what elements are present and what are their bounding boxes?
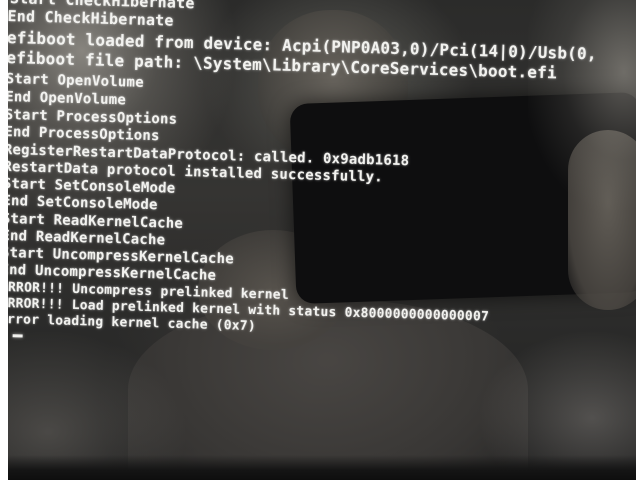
monitor-photo: Start CheckHibernate End CheckHibernate … bbox=[8, 0, 636, 480]
console-line: End ProcessOptions bbox=[8, 123, 160, 145]
console-line: End SetConsoleMode bbox=[8, 192, 158, 214]
console-line: Start OpenVolume bbox=[8, 70, 145, 91]
boot-console: Start CheckHibernate End CheckHibernate … bbox=[8, 0, 636, 477]
console-line: End CheckHibernate bbox=[8, 6, 174, 30]
console-line: End OpenVolume bbox=[8, 88, 127, 109]
console-line: End ReadKernelCache bbox=[8, 227, 166, 249]
monitor-bezel-edge bbox=[8, 455, 636, 480]
console-cursor bbox=[12, 334, 23, 338]
